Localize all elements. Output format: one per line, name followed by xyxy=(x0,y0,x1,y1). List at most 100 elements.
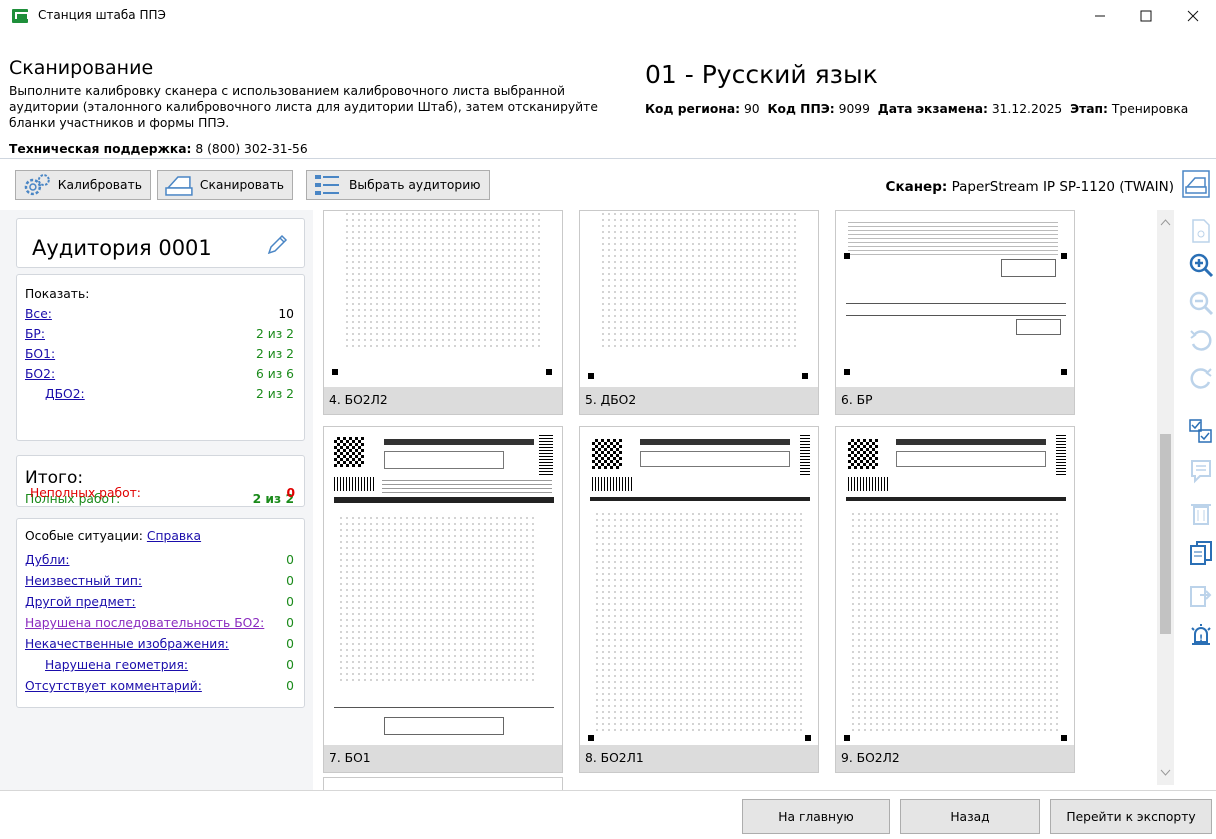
export-page-icon[interactable] xyxy=(1188,582,1214,608)
delete-icon[interactable] xyxy=(1188,500,1214,526)
unknown-type-link[interactable]: Неизвестный тип: xyxy=(25,574,142,588)
scroll-down-icon xyxy=(1160,769,1171,776)
svg-text:!: ! xyxy=(1199,634,1203,644)
special-header: Особые ситуации: Справка xyxy=(25,529,294,547)
scroll-thumb[interactable] xyxy=(1160,434,1171,634)
filter-all-value: 10 xyxy=(278,307,294,321)
filter-all-link[interactable]: Все: xyxy=(25,307,52,321)
duplicates-link[interactable]: Дубли: xyxy=(25,553,69,567)
stage-label: Этап: xyxy=(1070,102,1108,116)
special-poor-images[interactable]: Некачественные изображения: 0 xyxy=(25,637,294,655)
page-preview xyxy=(580,211,818,388)
toolbar: Калибровать Сканировать Выбрать аудитори… xyxy=(0,160,1216,210)
subject-title: 01 - Русский язык xyxy=(645,60,878,89)
filter-bo2-link[interactable]: БО2: xyxy=(25,367,55,381)
support-info: Техническая поддержка: 8 (800) 302-31-56 xyxy=(9,142,308,156)
vertical-scrollbar[interactable] xyxy=(1157,210,1174,785)
exam-meta: Код региона: 90 Код ППЭ: 9099 Дата экзам… xyxy=(645,102,1188,116)
scanner-info: Сканер: PaperStream IP SP-1120 (TWAIN) xyxy=(886,179,1174,195)
export-button[interactable]: Перейти к экспорту xyxy=(1050,799,1212,834)
minimize-button[interactable] xyxy=(1077,0,1123,32)
other-subject-link[interactable]: Другой предмет: xyxy=(25,595,136,609)
checklist-icon[interactable] xyxy=(1188,418,1214,444)
filter-all[interactable]: Все: 10 xyxy=(25,307,294,325)
thumbnail-grid[interactable]: 4. БО2Л2 5. ДБО2 6. БР 7. БО1 8. БО2Л1 9… xyxy=(313,210,1183,797)
thumbnail-item[interactable]: 9. БО2Л2 xyxy=(835,426,1075,773)
choose-room-button[interactable]: Выбрать аудиторию xyxy=(306,170,490,200)
zoom-out-icon[interactable] xyxy=(1188,290,1214,316)
date-label: Дата экзамена: xyxy=(877,102,988,116)
home-button[interactable]: На главную xyxy=(742,799,890,834)
show-filter-card: Показать: Все: 10 БР: 2 из 2 БО1: 2 из 2… xyxy=(16,274,305,441)
date-value: 31.12.2025 xyxy=(991,102,1063,116)
rotate-right-icon[interactable] xyxy=(1188,366,1214,392)
filter-bo2-value: 6 из 6 xyxy=(256,367,294,381)
special-unknown-type[interactable]: Неизвестный тип: 0 xyxy=(25,574,294,592)
unknown-type-value: 0 xyxy=(286,574,294,588)
page-preview xyxy=(324,427,562,746)
app-window: Станция штаба ППЭ Сканирование Выполните… xyxy=(0,0,1216,839)
thumbnail-item[interactable]: 6. БР xyxy=(835,210,1075,415)
thumbnail-caption: 4. БО2Л2 xyxy=(324,387,562,414)
copy-pages-icon[interactable] xyxy=(1188,540,1214,566)
pencil-icon[interactable] xyxy=(266,234,288,256)
scanner-settings-icon[interactable] xyxy=(1182,170,1210,198)
filter-br-link[interactable]: БР: xyxy=(25,327,45,341)
special-no-comment[interactable]: Отсутствует комментарий: 0 xyxy=(25,679,294,697)
alarm-icon[interactable]: ! xyxy=(1188,622,1214,648)
ppe-label: Код ППЭ: xyxy=(767,102,835,116)
page-preview xyxy=(836,427,1074,746)
thumbnail-item[interactable]: 5. ДБО2 xyxy=(579,210,819,415)
app-icon xyxy=(12,9,29,23)
thumbnail-item[interactable]: 8. БО2Л1 xyxy=(579,426,819,773)
filter-br-value: 2 из 2 xyxy=(256,327,294,341)
filter-dbo2[interactable]: ДБО2: 2 из 2 xyxy=(25,387,294,405)
comment-icon[interactable] xyxy=(1188,458,1214,484)
calibrate-button[interactable]: Калибровать xyxy=(15,170,151,200)
thumbnail-caption: 6. БР xyxy=(836,387,1074,414)
special-bo2-sequence[interactable]: Нарушена последовательность БО2: 0 xyxy=(25,616,294,634)
thumbnail-caption: 9. БО2Л2 xyxy=(836,745,1074,772)
thumbnail-item[interactable]: 4. БО2Л2 xyxy=(323,210,563,415)
other-subject-value: 0 xyxy=(286,595,294,609)
filter-dbo2-link[interactable]: ДБО2: xyxy=(45,387,85,401)
scan-button[interactable]: Сканировать xyxy=(157,170,293,200)
poor-images-link[interactable]: Некачественные изображения: xyxy=(25,637,229,651)
zoom-in-icon[interactable] xyxy=(1188,252,1214,278)
title-bar: Станция штаба ППЭ xyxy=(0,0,1216,32)
thumbnail-item[interactable]: 7. БО1 xyxy=(323,426,563,773)
thumbnail-caption: 8. БО2Л1 xyxy=(580,745,818,772)
special-other-subject[interactable]: Другой предмет: 0 xyxy=(25,595,294,613)
maximize-button[interactable] xyxy=(1123,0,1169,32)
filter-br[interactable]: БР: 2 из 2 xyxy=(25,327,294,345)
filter-dbo2-value: 2 из 2 xyxy=(256,387,294,401)
rotate-left-icon[interactable] xyxy=(1188,328,1214,354)
bo2-sequence-link[interactable]: Нарушена последовательность БО2: xyxy=(25,616,264,630)
partial-value: 0 xyxy=(286,486,295,500)
page-title: Сканирование xyxy=(9,57,154,79)
scanner-value: PaperStream IP SP-1120 (TWAIN) xyxy=(951,179,1174,195)
room-card: Аудитория 0001 xyxy=(16,218,305,268)
geometry-link[interactable]: Нарушена геометрия: xyxy=(45,658,188,672)
help-link[interactable]: Справка xyxy=(147,529,201,543)
filter-bo1-link[interactable]: БО1: xyxy=(25,347,55,361)
window-title: Станция штаба ППЭ xyxy=(38,8,166,22)
no-comment-link[interactable]: Отсутствует комментарий: xyxy=(25,679,202,693)
scanner-icon xyxy=(165,176,193,196)
close-button[interactable] xyxy=(1170,0,1216,32)
show-label: Показать: xyxy=(25,287,90,301)
back-button[interactable]: Назад xyxy=(900,799,1040,834)
filter-bo1-value: 2 из 2 xyxy=(256,347,294,361)
close-icon xyxy=(1187,10,1199,22)
page-preview xyxy=(580,427,818,746)
calibrate-label: Калибровать xyxy=(57,178,142,192)
filter-bo1[interactable]: БО1: 2 из 2 xyxy=(25,347,294,365)
no-comment-value: 0 xyxy=(286,679,294,693)
filter-bo2[interactable]: БО2: 6 из 6 xyxy=(25,367,294,385)
page-preview xyxy=(324,211,562,388)
support-label: Техническая поддержка: xyxy=(9,142,192,156)
list-icon xyxy=(315,175,339,195)
view-document-icon[interactable] xyxy=(1188,218,1214,244)
special-duplicates[interactable]: Дубли: 0 xyxy=(25,553,294,571)
special-geometry[interactable]: Нарушена геометрия: 0 xyxy=(25,658,294,676)
